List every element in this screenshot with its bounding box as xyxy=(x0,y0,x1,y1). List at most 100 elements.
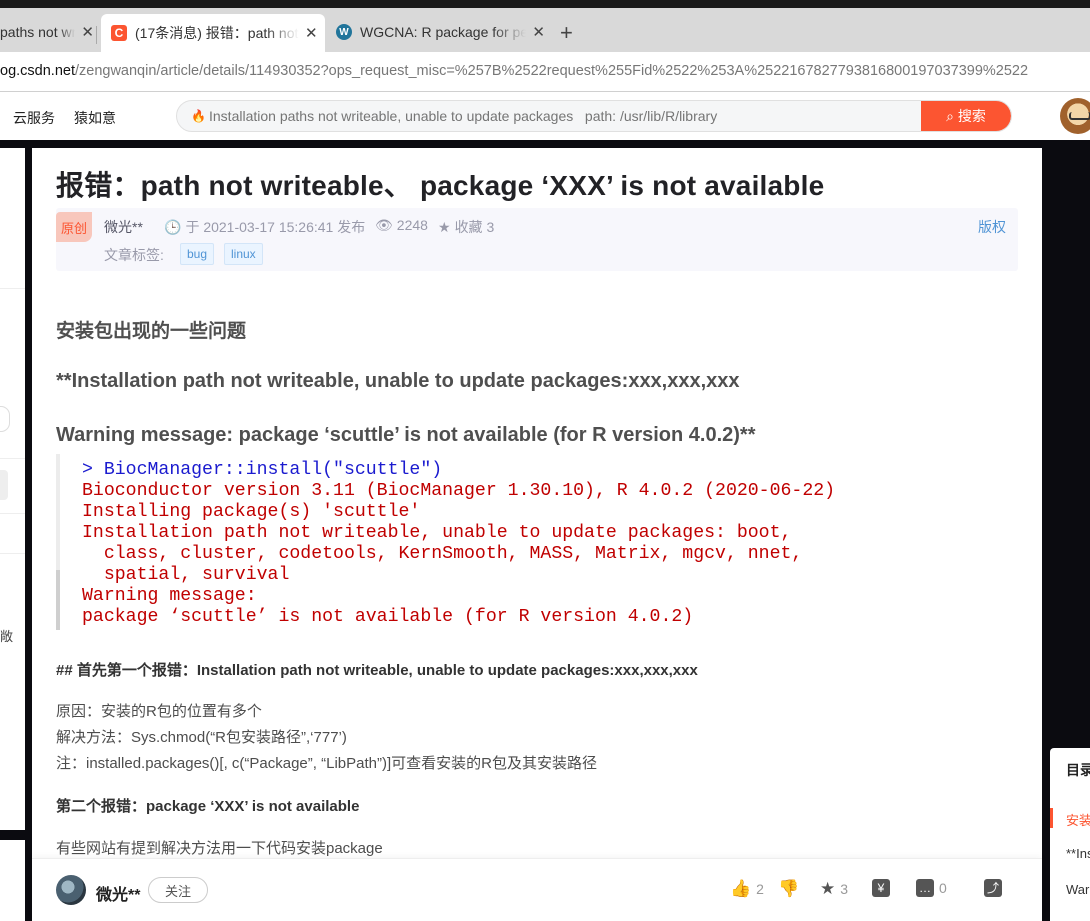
left-sidebar-lower xyxy=(0,840,25,921)
nav-link-yuanruyi[interactable]: 猿如意 xyxy=(74,108,116,128)
clock-icon: 🕒 xyxy=(164,219,182,235)
view-count-text: 2248 xyxy=(396,217,428,233)
favorite-count-text: 收藏 3 xyxy=(454,219,495,235)
fire-icon: 🔥 xyxy=(191,109,206,123)
paragraph: 原因：安装的R包的位置有多个 xyxy=(56,703,262,720)
comment-icon: … xyxy=(916,879,934,897)
nav-link-cloud[interactable]: 云服务 xyxy=(13,108,55,128)
view-count: 👁 2248 xyxy=(375,217,428,234)
favorite-count[interactable]: ★ 收藏 3 xyxy=(438,217,494,237)
divider xyxy=(0,288,25,289)
collect-count: 3 xyxy=(840,881,849,897)
paragraph: 解决方法：Sys.chmod(“R包安装路径”,‘777’) xyxy=(56,729,347,746)
like-count: 2 xyxy=(756,881,764,897)
article-meta-box: 原创 微光** 🕒 于 2021-03-17 15:26:41 发布 👁 2248 … xyxy=(56,208,1018,271)
site-header: 云服务 猿如意 🔥 ⌕ 搜索 xyxy=(0,92,1090,140)
star-icon: ★ xyxy=(438,219,451,235)
tag-bug[interactable]: bug xyxy=(180,243,215,265)
os-top-bar xyxy=(0,0,1090,8)
paragraph-heading: ## 首先第一个报错：Installation path not writeab… xyxy=(56,662,698,679)
paragraph: 有些网站有提到解决方法用一下代码安装package xyxy=(56,840,383,857)
reward-button[interactable]: ¥ xyxy=(872,879,890,897)
new-tab-plus-icon[interactable]: + xyxy=(560,20,573,46)
sidebar-tab[interactable] xyxy=(0,470,8,500)
code-line: Bioconductor version 3.11 (BiocManager 1… xyxy=(82,481,836,501)
star-icon: ★ xyxy=(820,879,836,898)
code-line: package ‘scuttle’ is not available (for … xyxy=(82,607,694,627)
code-line: Installing package(s) 'scuttle' xyxy=(82,502,421,522)
search-button-label: 搜索 xyxy=(957,108,986,124)
share-icon: ⤴ xyxy=(984,879,1002,897)
section-heading: Warning message: package ‘scuttle’ is no… xyxy=(56,424,756,446)
comment-count: 0 xyxy=(939,880,947,896)
tab-title: WGCNA: R package for performing xyxy=(360,24,527,40)
toc-title: 目录 xyxy=(1066,762,1090,778)
search-button[interactable]: ⌕ 搜索 xyxy=(921,101,1011,131)
tab-separator xyxy=(96,26,97,44)
url-domain: og.csdn.net xyxy=(0,63,75,79)
section-heading: **Installation path not writeable, unabl… xyxy=(56,370,740,392)
code-border xyxy=(56,570,60,630)
divider xyxy=(0,553,25,554)
like-button[interactable]: 👍 2 xyxy=(730,879,764,899)
browser-tab-3[interactable]: W WGCNA: R package for performing ✕ xyxy=(330,14,545,50)
user-avatar[interactable] xyxy=(1060,98,1090,134)
left-sidebar: 敞 xyxy=(0,148,25,830)
share-button[interactable]: ⤴ xyxy=(984,879,1002,897)
paragraph-heading: 第二个报错：package ‘XXX’ is not available xyxy=(56,798,360,815)
divider xyxy=(0,458,25,459)
tab-title: paths not writeable xyxy=(0,24,76,40)
toc-item[interactable]: **Ins xyxy=(1066,846,1090,861)
thumbs-up-icon: 👍 xyxy=(730,879,752,898)
tags-label: 文章标签: xyxy=(104,247,164,263)
browser-tab-1[interactable]: paths not writeable ✕ xyxy=(0,14,94,50)
wordpress-icon: W xyxy=(336,24,352,40)
close-icon[interactable]: ✕ xyxy=(81,23,94,41)
address-bar[interactable]: og.csdn.net/zengwanqin/article/details/1… xyxy=(0,52,1090,92)
article-card: 报错：path not writeable、 package ‘XXX’ is … xyxy=(32,148,1042,858)
csdn-icon: C xyxy=(111,25,127,41)
url-path: /zengwanqin/article/details/114930352?op… xyxy=(74,63,1029,79)
code-line: class, cluster, codetools, KernSmooth, M… xyxy=(82,544,803,564)
browser-tab-2-active[interactable]: C (17条消息) 报错：path not writeable ✕ xyxy=(101,14,325,52)
collect-button[interactable]: ★ 3 xyxy=(820,879,848,899)
search-input[interactable] xyxy=(209,101,909,131)
paragraph: 注：installed.packages()[, c(“Package”, “L… xyxy=(56,755,597,772)
divider xyxy=(0,513,25,514)
search-icon: ⌕ xyxy=(946,107,954,124)
table-of-contents: 目录 安装 **Ins War xyxy=(1050,748,1090,921)
sidebar-text-fragment: 敞 xyxy=(0,629,14,644)
yen-icon: ¥ xyxy=(872,879,890,897)
section-heading: 安装包出现的一些问题 xyxy=(56,321,247,342)
code-line: spatial, survival xyxy=(82,565,290,585)
publish-time-text: 于 2021-03-17 15:26:41 发布 xyxy=(185,219,366,235)
tag-linux[interactable]: linux xyxy=(224,243,263,265)
url-text[interactable]: og.csdn.net/zengwanqin/article/details/1… xyxy=(0,63,1028,79)
search-box: 🔥 ⌕ 搜索 xyxy=(176,100,1012,132)
code-block-image: > BiocManager::install("scuttle") Biocon… xyxy=(56,454,856,630)
code-line: > BiocManager::install("scuttle") xyxy=(82,460,443,480)
thumbs-down-icon: 👎 xyxy=(778,879,800,898)
close-icon[interactable]: ✕ xyxy=(532,23,545,41)
tab-title: (17条消息) 报错：path not writeable xyxy=(135,25,299,41)
copyright-link[interactable]: 版权 xyxy=(978,217,1006,237)
article-bottom-toolbar: 微光** 关注 👍 2 👎 ★ 3 ¥ … 0 ⤴ xyxy=(32,858,1042,921)
toc-item[interactable]: 安装 xyxy=(1066,810,1090,829)
code-line: Warning message: xyxy=(82,586,257,606)
eye-icon: 👁 xyxy=(375,217,393,233)
browser-tab-bar: paths not writeable ✕ C (17条消息) 报错：path … xyxy=(0,8,1090,52)
code-line: Installation path not writeable, unable … xyxy=(82,523,792,543)
follow-button[interactable]: 关注 xyxy=(148,877,208,903)
author-avatar[interactable] xyxy=(56,875,86,905)
comment-button[interactable]: … 0 xyxy=(916,879,947,897)
sidebar-pill-button[interactable] xyxy=(0,406,10,432)
article-title: 报错：path not writeable、 package ‘XXX’ is … xyxy=(56,170,825,201)
toolbar-author-name[interactable]: 微光** xyxy=(96,881,140,905)
original-badge: 原创 xyxy=(56,212,92,242)
toc-item[interactable]: War xyxy=(1066,882,1089,897)
close-icon[interactable]: ✕ xyxy=(305,24,318,42)
author-link[interactable]: 微光** xyxy=(104,217,143,237)
dislike-button[interactable]: 👎 xyxy=(778,879,799,899)
publish-time: 🕒 于 2021-03-17 15:26:41 发布 xyxy=(164,217,365,237)
toc-active-indicator xyxy=(1050,808,1053,828)
